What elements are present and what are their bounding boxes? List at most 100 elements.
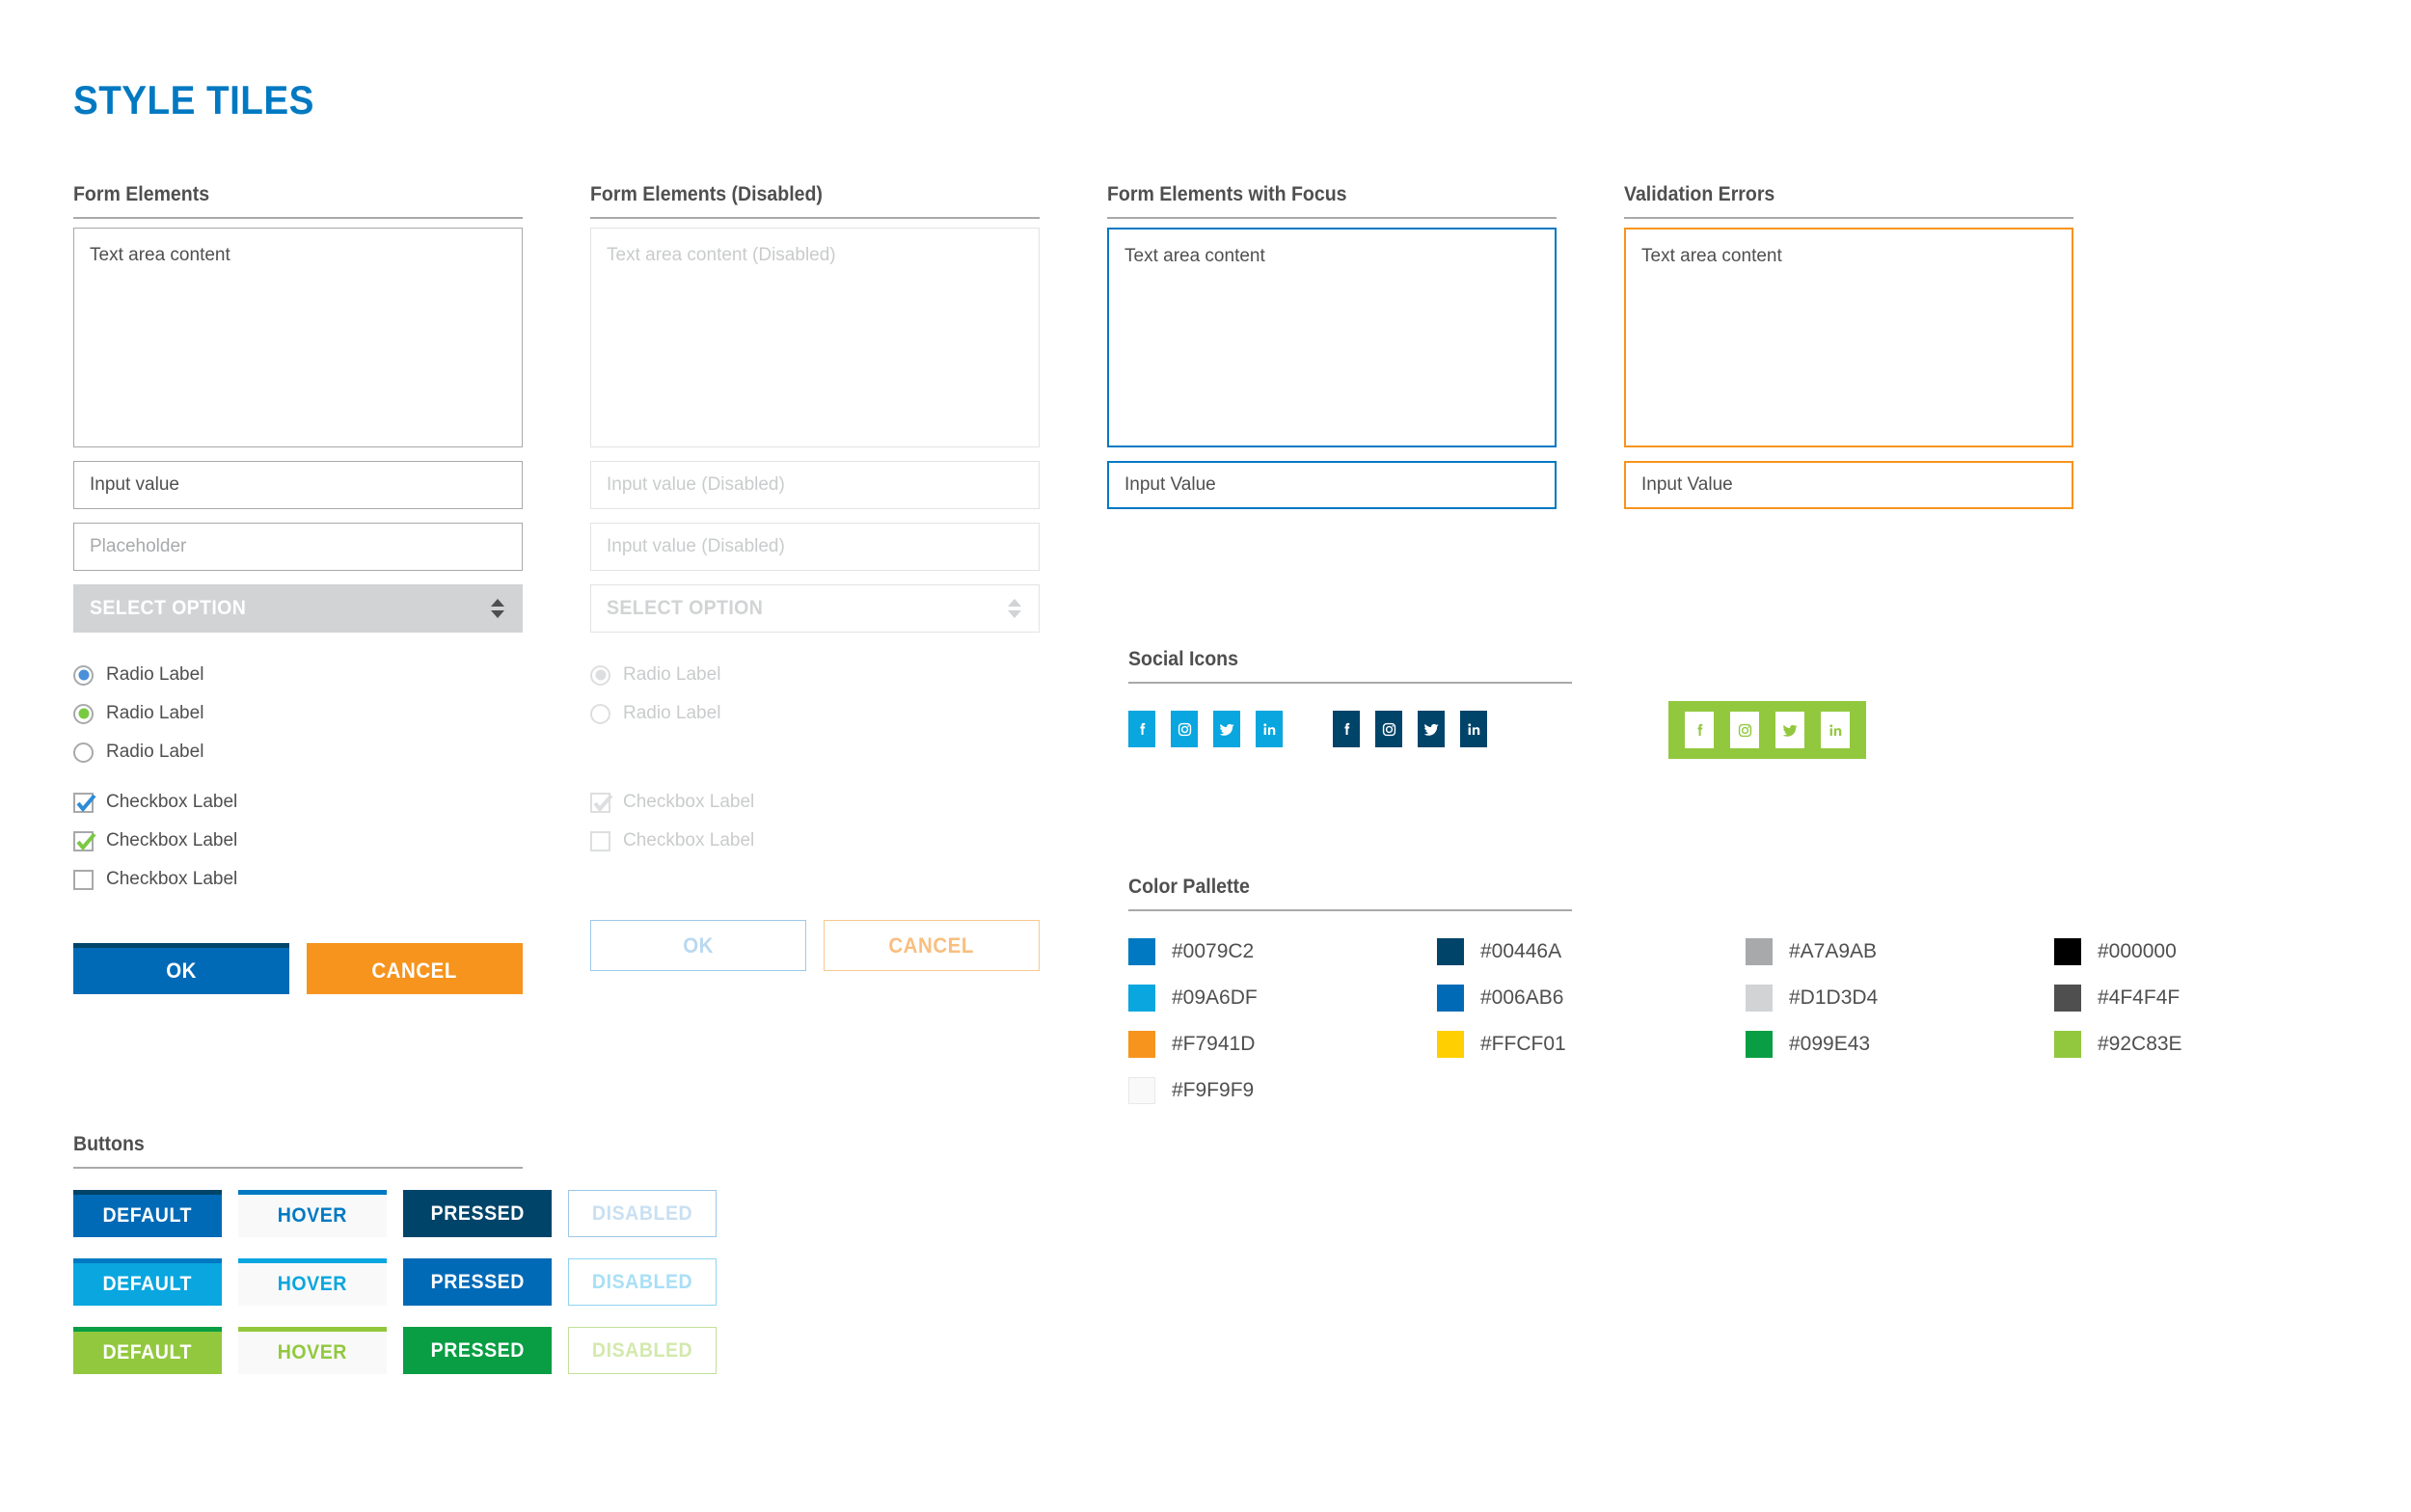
- section-validation-errors: Validation Errors Text area content: [1624, 183, 2073, 509]
- color-swatch: [1437, 937, 1464, 965]
- ok-button[interactable]: OK: [73, 943, 289, 994]
- cancel-button[interactable]: CANCEL: [307, 943, 523, 994]
- facebook-icon[interactable]: [1128, 711, 1155, 747]
- spinner-arrows-icon: [1008, 599, 1021, 618]
- radio-label: Radio Label: [106, 742, 204, 762]
- radio-item[interactable]: Radio Label: [73, 656, 523, 694]
- palette-hex: #D1D3D4: [1789, 986, 1879, 1009]
- palette-item: #0079C2: [1128, 934, 1437, 968]
- checkbox-item[interactable]: Checkbox Label: [73, 822, 523, 860]
- textarea-default[interactable]: Text area content: [73, 228, 523, 447]
- section-form-elements-focus: Form Elements with Focus Text area conte…: [1107, 183, 1557, 509]
- button-default[interactable]: DEFAULT: [73, 1327, 222, 1374]
- section-heading: Validation Errors: [1624, 183, 1775, 205]
- color-swatch: [2054, 1030, 2081, 1058]
- section-heading: Form Elements with Focus: [1107, 183, 1347, 205]
- section-heading: Form Elements (Disabled): [590, 183, 823, 205]
- instagram-icon[interactable]: [1171, 711, 1198, 747]
- palette-hex: #09A6DF: [1172, 986, 1258, 1009]
- checkbox-label: Checkbox Label: [623, 792, 755, 812]
- palette-hex: #F7941D: [1172, 1032, 1256, 1055]
- radio-icon[interactable]: [73, 664, 94, 686]
- input-placeholder[interactable]: [73, 523, 523, 571]
- palette-item: #F7941D: [1128, 1027, 1437, 1061]
- color-swatch: [1746, 937, 1773, 965]
- instagram-icon[interactable]: [1730, 712, 1759, 748]
- checkbox-icon[interactable]: [73, 869, 94, 890]
- color-swatch: [1437, 1030, 1464, 1058]
- style-tiles-page: STYLE TILES Form Elements Text area cont…: [0, 0, 2411, 1512]
- checkbox-label: Checkbox Label: [106, 869, 238, 889]
- radio-label: Radio Label: [106, 664, 204, 685]
- section-heading: Social Icons: [1128, 648, 1238, 670]
- select-label: SELECT OPTION: [90, 597, 247, 619]
- select-option-disabled: SELECT OPTION: [590, 584, 1040, 633]
- social-group-dark-blue: [1333, 711, 1487, 747]
- button-pressed[interactable]: PRESSED: [403, 1190, 552, 1237]
- checkbox-item-disabled: Checkbox Label: [590, 783, 1040, 822]
- palette-hex: #006AB6: [1480, 986, 1564, 1009]
- select-option[interactable]: SELECT OPTION: [73, 584, 523, 633]
- linkedin-icon[interactable]: [1256, 711, 1283, 747]
- checkbox-item[interactable]: Checkbox Label: [73, 783, 523, 822]
- social-group-light-blue: [1128, 711, 1283, 747]
- social-group-green-panel: [1668, 701, 1866, 759]
- checkbox-icon: [590, 792, 613, 813]
- twitter-icon[interactable]: [1213, 711, 1240, 747]
- instagram-icon[interactable]: [1375, 711, 1402, 747]
- radio-icon[interactable]: [73, 703, 94, 724]
- page-title: STYLE TILES: [73, 77, 314, 122]
- checkbox-icon: [590, 830, 610, 851]
- button-pressed[interactable]: PRESSED: [403, 1327, 552, 1374]
- cancel-button-disabled: CANCEL: [824, 920, 1040, 971]
- twitter-icon[interactable]: [1418, 711, 1445, 747]
- radio-icon[interactable]: [73, 742, 94, 763]
- palette-item: #92C83E: [2054, 1027, 2363, 1061]
- section-form-elements-disabled: Form Elements (Disabled) SELECT OPTION R…: [590, 183, 1040, 971]
- radio-icon: [590, 664, 610, 686]
- ok-button-disabled: OK: [590, 920, 806, 971]
- palette-hex: #FFCF01: [1480, 1032, 1566, 1055]
- button-hover[interactable]: HOVER: [238, 1327, 387, 1374]
- button-pressed[interactable]: PRESSED: [403, 1258, 552, 1306]
- checkbox-label: Checkbox Label: [106, 830, 238, 850]
- facebook-icon[interactable]: [1333, 711, 1360, 747]
- radio-group-disabled: Radio Label Radio Label: [590, 656, 1040, 733]
- radio-item[interactable]: Radio Label: [73, 694, 523, 733]
- twitter-icon[interactable]: [1775, 712, 1804, 748]
- input-with-value[interactable]: [73, 461, 523, 509]
- color-swatch: [1128, 1076, 1155, 1104]
- facebook-icon[interactable]: [1685, 712, 1714, 748]
- action-buttons: OK CANCEL: [73, 943, 523, 994]
- textarea-focused[interactable]: Text area content: [1107, 228, 1557, 447]
- checkbox-icon[interactable]: [73, 830, 96, 851]
- palette-item: #A7A9AB: [1746, 934, 2054, 968]
- input-focused[interactable]: [1107, 461, 1557, 509]
- palette-hex: #00446A: [1480, 939, 1562, 962]
- color-swatch: [1437, 984, 1464, 1012]
- color-swatch: [1128, 937, 1155, 965]
- input-error[interactable]: [1624, 461, 2073, 509]
- linkedin-icon[interactable]: [1821, 712, 1850, 748]
- palette-hex: #4F4F4F: [2098, 986, 2181, 1009]
- radio-item-disabled: Radio Label: [590, 694, 1040, 733]
- checkbox-item[interactable]: Checkbox Label: [73, 860, 523, 899]
- palette-hex: #0079C2: [1172, 939, 1255, 962]
- section-heading: Buttons: [73, 1133, 145, 1155]
- button-hover[interactable]: HOVER: [238, 1258, 387, 1306]
- color-swatch: [1746, 984, 1773, 1012]
- input-disabled-1: [590, 461, 1040, 509]
- radio-item[interactable]: Radio Label: [73, 733, 523, 771]
- linkedin-icon[interactable]: [1460, 711, 1487, 747]
- button-default[interactable]: DEFAULT: [73, 1258, 222, 1306]
- checkbox-icon[interactable]: [73, 792, 96, 813]
- button-hover[interactable]: HOVER: [238, 1190, 387, 1237]
- color-swatch: [2054, 937, 2081, 965]
- section-social-icons: Social Icons: [1128, 648, 1866, 769]
- section-form-elements: Form Elements Text area content SELECT O…: [73, 183, 523, 994]
- textarea-error[interactable]: Text area content: [1624, 228, 2073, 447]
- select-label: SELECT OPTION: [607, 597, 764, 619]
- section-color-palette: Color Pallette #0079C2 #00446A #A7A9AB #…: [1128, 876, 2228, 1107]
- button-default[interactable]: DEFAULT: [73, 1190, 222, 1237]
- checkbox-group: Checkbox Label Checkbox Label Checkbox L…: [73, 783, 523, 899]
